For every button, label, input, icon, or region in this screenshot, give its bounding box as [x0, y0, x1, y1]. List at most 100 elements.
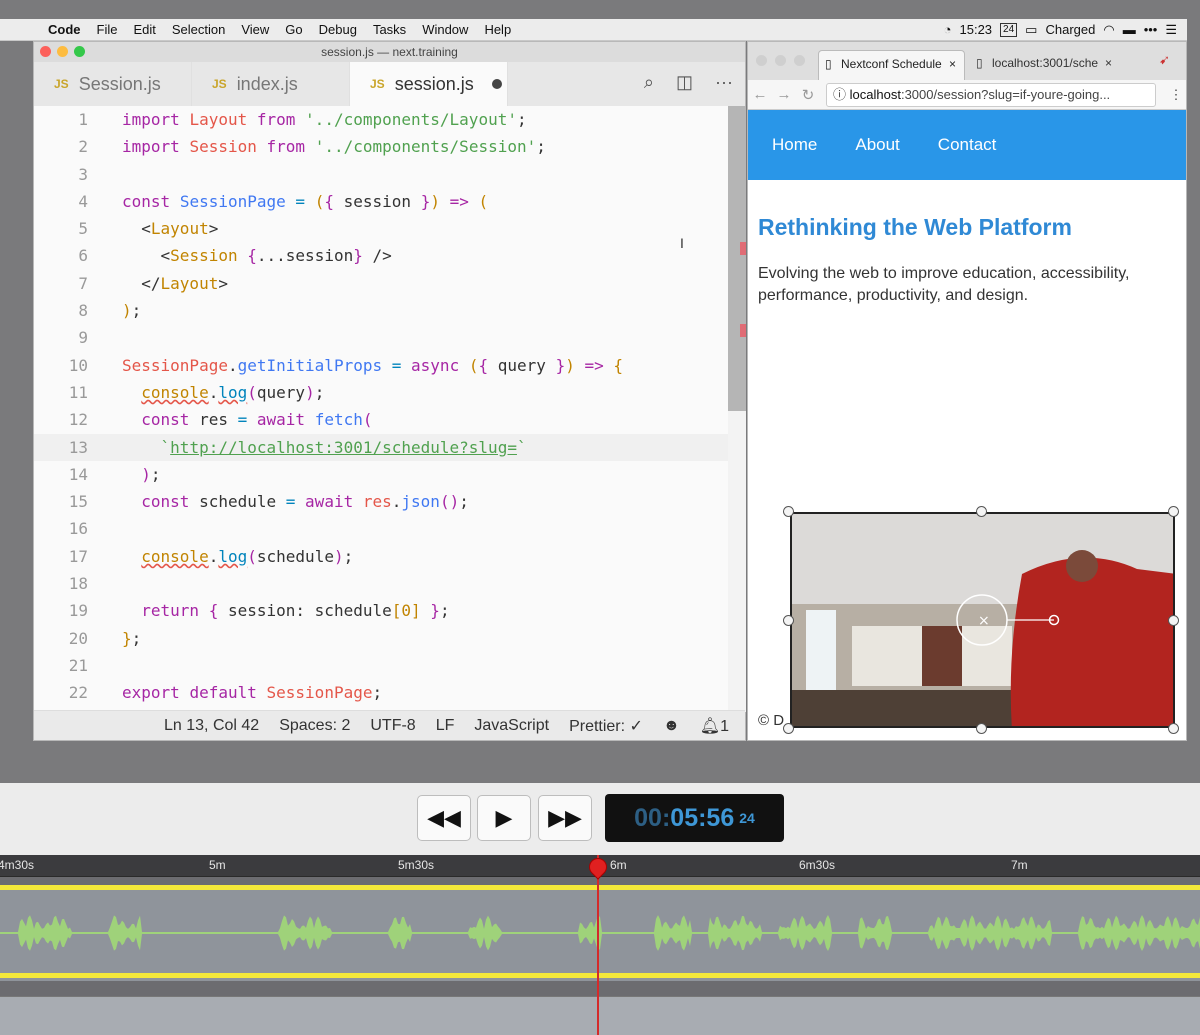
cursor-position[interactable]: Ln 13, Col 42	[164, 717, 259, 735]
unsaved-dot-icon[interactable]	[491, 79, 502, 89]
tab-session-page[interactable]: JS session.js	[350, 62, 508, 106]
timecode-main: 05:56	[670, 803, 735, 832]
line-number: 5	[78, 219, 88, 239]
zoom-window-button[interactable]	[74, 46, 85, 57]
line-ending[interactable]: LF	[436, 717, 455, 735]
window-title: session.js — next.training	[321, 45, 458, 59]
address-bar[interactable]: ⓘ localhost:3000/session?slug=if-youre-g…	[826, 82, 1156, 107]
menu-selection[interactable]: Selection	[164, 22, 233, 37]
lower-track[interactable]	[0, 996, 1200, 1035]
display-icon[interactable]: ▬	[1123, 22, 1136, 37]
webcam-overlay[interactable]: ×	[790, 512, 1175, 728]
forward-icon[interactable]: →	[772, 86, 796, 103]
nav-home-link[interactable]: Home	[772, 135, 817, 155]
menu-view[interactable]: View	[233, 22, 277, 37]
encoding[interactable]: UTF-8	[370, 717, 415, 735]
browser-tab-schedule[interactable]: ▯ Nextconf Schedule ×	[818, 50, 965, 80]
menu-go[interactable]: Go	[277, 22, 310, 37]
resize-handle[interactable]	[1168, 723, 1179, 734]
webcam-scene: ×	[792, 514, 1173, 726]
wifi-icon[interactable]: ◠	[1103, 22, 1114, 38]
code-line: 3	[34, 161, 734, 188]
list-icon[interactable]: ☰	[1165, 22, 1177, 38]
close-tab-icon[interactable]: ×	[1105, 50, 1112, 76]
resize-handle[interactable]	[976, 723, 987, 734]
code-line: 21	[34, 652, 734, 679]
prettier-status[interactable]: Prettier: ✓	[569, 716, 643, 736]
page-icon: ▯	[976, 56, 983, 70]
menu-help[interactable]: Help	[476, 22, 519, 37]
tab-label: Session.js	[78, 73, 161, 94]
play-button[interactable]: ▶	[477, 795, 531, 841]
playhead-line[interactable]	[597, 855, 599, 1035]
resize-handle[interactable]	[976, 506, 987, 517]
close-window-button[interactable]	[756, 55, 767, 66]
menubar: Code File Edit Selection View Go Debug T…	[0, 19, 1187, 41]
battery-icon[interactable]: ▭	[1025, 22, 1037, 38]
tab-session-component[interactable]: JS Session.js	[34, 62, 192, 106]
menu-debug[interactable]: Debug	[311, 22, 365, 37]
browser-menu-icon[interactable]: ⋮	[1166, 87, 1186, 103]
editor-scrollbar-thumb[interactable]	[728, 106, 746, 411]
browser-tab-localhost[interactable]: ▯ localhost:3001/sche ×	[970, 50, 1120, 80]
url-path: :3000/session?slug=if-youre-going...	[900, 86, 1111, 102]
line-number: 11	[68, 382, 88, 402]
resize-handle[interactable]	[783, 615, 794, 626]
resize-handle[interactable]	[1168, 615, 1179, 626]
menu-app[interactable]: Code	[40, 22, 89, 37]
code-line: 12 const res = await fetch(	[34, 406, 734, 433]
rocket-extension-icon[interactable]: ➹	[1159, 52, 1170, 68]
rewind-button[interactable]: ◀◀	[417, 795, 471, 841]
close-window-button[interactable]	[40, 46, 51, 57]
resize-handle[interactable]	[1168, 506, 1179, 517]
line-number: 10	[68, 355, 88, 375]
menu-tasks[interactable]: Tasks	[365, 22, 414, 37]
code-line: 22 export default SessionPage;	[34, 679, 734, 706]
code-line: 6 <Session {...session} />	[34, 242, 734, 269]
clock[interactable]: 15:23	[960, 22, 993, 37]
minimize-window-button[interactable]	[57, 46, 68, 57]
nav-about-link[interactable]: About	[855, 135, 899, 155]
session-title: Rethinking the Web Platform	[758, 214, 1072, 240]
menu-file[interactable]: File	[89, 22, 126, 37]
code-area[interactable]: 1 import Layout from '../components/Layou…	[34, 106, 734, 712]
close-tab-icon[interactable]: ×	[949, 51, 956, 77]
fast-forward-icon: ▶▶	[548, 805, 582, 830]
code-line: 14 );	[34, 461, 734, 488]
resize-handle[interactable]	[783, 506, 794, 517]
language-mode[interactable]: JavaScript	[474, 717, 549, 735]
audio-track[interactable]	[0, 885, 1200, 981]
zoom-window-button[interactable]	[794, 55, 805, 66]
browser-tabstrip: ▯ Nextconf Schedule × ▯ localhost:3001/s…	[748, 42, 1186, 80]
tab-title: localhost:3001/sche	[992, 56, 1099, 70]
resize-handle[interactable]	[783, 723, 794, 734]
nav-contact-link[interactable]: Contact	[938, 135, 997, 155]
notifications[interactable]: 🔔︎1	[700, 716, 729, 736]
reload-icon[interactable]: ↻	[796, 86, 820, 104]
line-number: 22	[68, 683, 88, 703]
tab-index[interactable]: JS index.js	[192, 62, 350, 106]
line-number: 9	[78, 328, 88, 348]
back-icon[interactable]: ←	[748, 86, 772, 103]
minimize-window-button[interactable]	[775, 55, 786, 66]
open-changes-icon[interactable]: ⌕	[644, 72, 654, 93]
split-editor-icon[interactable]: ◫	[676, 72, 693, 93]
line-number: 12	[68, 410, 88, 430]
fast-forward-button[interactable]: ▶▶	[538, 795, 592, 841]
timeline[interactable]: 4m30s 5m 5m30s 6m 6m30s 7m	[0, 854, 1200, 1035]
smiley-feedback-icon[interactable]: ☻	[663, 717, 680, 735]
code-line: 10 SessionPage.getInitialProps = async ({…	[34, 352, 734, 379]
gauge-icon[interactable]: ◔	[944, 22, 952, 37]
info-icon[interactable]: ⓘ	[833, 87, 846, 102]
menu-window[interactable]: Window	[414, 22, 476, 37]
indentation[interactable]: Spaces: 2	[279, 717, 350, 735]
calendar-badge[interactable]: 24	[1000, 22, 1018, 37]
menu-edit[interactable]: Edit	[125, 22, 163, 37]
more-actions-icon[interactable]: ···	[715, 72, 733, 93]
site-footer: © D	[758, 712, 785, 729]
overview-error-marker	[740, 324, 746, 337]
status-bar: Ln 13, Col 42 Spaces: 2 UTF-8 LF JavaScr…	[34, 710, 745, 740]
battery-status[interactable]: Charged	[1045, 22, 1095, 37]
line-number: 7	[78, 273, 88, 293]
more-icon[interactable]: •••	[1144, 22, 1158, 37]
